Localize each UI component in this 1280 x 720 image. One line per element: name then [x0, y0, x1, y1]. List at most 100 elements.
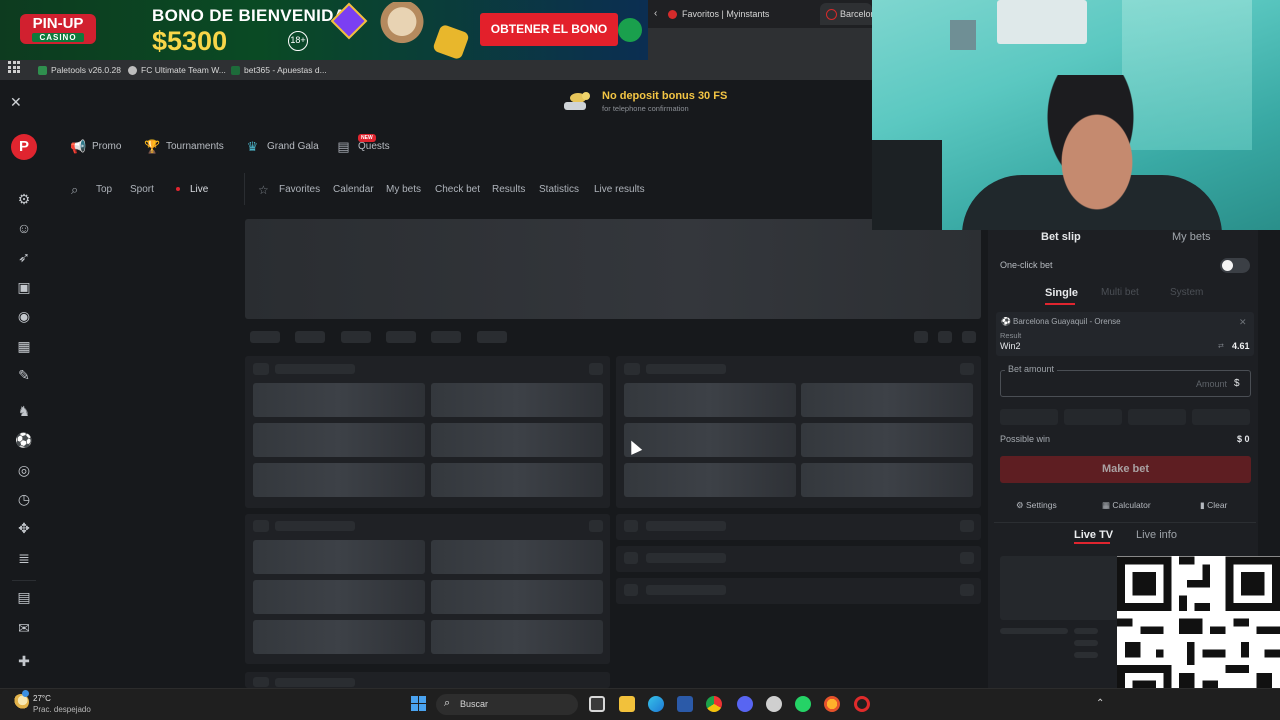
search-icon[interactable]: ⌕: [71, 182, 78, 198]
loading-card-icon: [624, 584, 638, 596]
link-favorites[interactable]: Favorites: [279, 184, 320, 195]
link-results[interactable]: Results: [492, 184, 525, 195]
tab-bet-slip[interactable]: Bet slip: [1041, 231, 1081, 243]
casino-icon[interactable]: ▦: [14, 336, 34, 356]
file-explorer-icon[interactable]: [619, 696, 635, 712]
casino-ad-banner[interactable]: PIN-UP CASINO BONO DE BIENVENIDA $5300 18…: [0, 0, 648, 60]
ticket-icon[interactable]: ✎: [14, 365, 34, 385]
notification-badge: [22, 690, 29, 697]
loading-card-icon: [624, 520, 638, 532]
loading-odds-button: [431, 580, 603, 614]
loading-card-icon: [624, 363, 640, 375]
soccer-icon[interactable]: ⚽: [14, 430, 34, 450]
nav-quests[interactable]: ▤ Quests: [336, 139, 389, 154]
mode-single[interactable]: Single: [1045, 287, 1078, 299]
coins-hand-icon: [564, 92, 590, 110]
mode-multi-bet[interactable]: Multi bet: [1101, 287, 1139, 298]
rocket-icon[interactable]: ➶: [14, 247, 34, 267]
link-statistics[interactable]: Statistics: [539, 184, 579, 195]
nav-promo[interactable]: 📢 Promo: [70, 139, 121, 154]
betslip-clear[interactable]: ▮ Clear: [1200, 500, 1227, 511]
remove-selection-icon[interactable]: ✕: [1239, 317, 1247, 328]
speaker: [872, 140, 942, 230]
divider: [994, 522, 1256, 523]
one-click-toggle[interactable]: [1220, 258, 1250, 273]
chrome-icon[interactable]: [706, 696, 722, 712]
loading-filter-chip: [295, 331, 325, 343]
loading-odds-button: [253, 540, 425, 574]
list-icon[interactable]: ≣: [14, 548, 34, 568]
nav-grand-gala[interactable]: ♛ Grand Gala: [245, 139, 319, 154]
fighter-icon[interactable]: ♞: [14, 401, 34, 421]
clock-icon[interactable]: ◷: [14, 489, 34, 509]
user-icon[interactable]: ☺: [14, 218, 34, 238]
whatsapp-icon[interactable]: [795, 696, 811, 712]
chevron-up-icon[interactable]: ⌃: [1096, 698, 1104, 709]
tab-my-bets[interactable]: My bets: [1172, 231, 1211, 243]
balloon-icon[interactable]: ◉: [14, 306, 34, 326]
bookmark-bet365[interactable]: bet365 - Apuestas d...: [231, 62, 327, 78]
loading-odds-button: [801, 383, 973, 417]
zeus-illustration: [372, 2, 432, 58]
calculator-icon: ▦: [1102, 500, 1111, 510]
taskbar-search[interactable]: [436, 694, 578, 715]
flag-uk-icon[interactable]: ✚: [14, 651, 34, 671]
target-icon[interactable]: ◎: [14, 460, 34, 480]
task-view-icon[interactable]: [589, 696, 605, 712]
browser-tab-barcelona[interactable]: Barcelon: [820, 3, 872, 25]
loading-odds-button: [431, 620, 603, 654]
contact-card-icon[interactable]: ▤: [14, 587, 34, 607]
loading-odds-button: [431, 540, 603, 574]
link-live-results[interactable]: Live results: [594, 184, 645, 195]
star-icon: ☆: [258, 183, 269, 197]
age-badge: 18+: [288, 31, 308, 51]
loading-odds-button: [431, 383, 603, 417]
nav-tournaments[interactable]: 🏆 Tournaments: [144, 139, 224, 154]
close-icon[interactable]: ✕: [10, 94, 22, 111]
soccer-ball-icon: ⚽: [1001, 317, 1011, 326]
paletools-icon: [38, 66, 47, 75]
bookmark-paletools[interactable]: Paletools v26.0.28: [38, 62, 121, 78]
promo-title[interactable]: No deposit bonus 30 FS: [602, 90, 727, 102]
make-bet-button[interactable]: Make bet: [1000, 456, 1251, 483]
loading-card-icon: [960, 363, 974, 375]
link-my-bets[interactable]: My bets: [386, 184, 421, 195]
weather-temperature[interactable]: 27°C: [33, 694, 51, 703]
apps-grid-icon[interactable]: [8, 61, 20, 73]
betslip-calculator[interactable]: ▦ Calculator: [1102, 500, 1151, 511]
link-calendar[interactable]: Calendar: [333, 184, 374, 195]
discord-icon[interactable]: [737, 696, 753, 712]
tab-live-info[interactable]: Live info: [1136, 529, 1177, 541]
firefox-icon[interactable]: [824, 696, 840, 712]
betslip-settings[interactable]: ⚙ Settings: [1016, 500, 1057, 511]
tab-live-tv[interactable]: Live TV: [1074, 529, 1113, 541]
gamepad-icon[interactable]: ✥: [14, 518, 34, 538]
get-bonus-button[interactable]: OBTENER EL BONO: [480, 13, 618, 46]
loading-odds-button: [801, 463, 973, 497]
megaphone-icon: 📢: [70, 139, 87, 154]
divider: [244, 173, 245, 205]
bookmark-fc-ultimate[interactable]: FC Ultimate Team W...: [128, 62, 226, 78]
weather-description[interactable]: Prac. despejado: [33, 705, 91, 714]
subnav-top[interactable]: Top: [96, 184, 112, 195]
browser-tab-myinstants[interactable]: Favoritos | Myinstants✕: [666, 3, 816, 25]
air-conditioner: [997, 0, 1087, 44]
link-check-bet[interactable]: Check bet: [435, 184, 480, 195]
windows-start-icon[interactable]: [411, 696, 427, 712]
chat-icon[interactable]: ✉: [14, 618, 34, 638]
opera-icon[interactable]: [854, 696, 870, 712]
settings-icon[interactable]: ⚙: [14, 189, 34, 209]
loading-odds-button: [624, 423, 796, 457]
tab-close-icon[interactable]: ‹: [654, 3, 658, 25]
store-icon[interactable]: [677, 696, 693, 712]
subnav-live[interactable]: Live: [190, 184, 208, 195]
site-logo[interactable]: P: [11, 134, 37, 160]
banner-amount: $5300: [152, 26, 228, 56]
tv-icon[interactable]: ▣: [14, 277, 34, 297]
app-icon[interactable]: [766, 696, 782, 712]
gold-block-icon: [432, 23, 470, 60]
subnav-sport[interactable]: Sport: [130, 184, 154, 195]
edge-icon[interactable]: [648, 696, 664, 712]
mode-system[interactable]: System: [1170, 287, 1203, 298]
quick-amount-placeholder: [1064, 409, 1122, 425]
